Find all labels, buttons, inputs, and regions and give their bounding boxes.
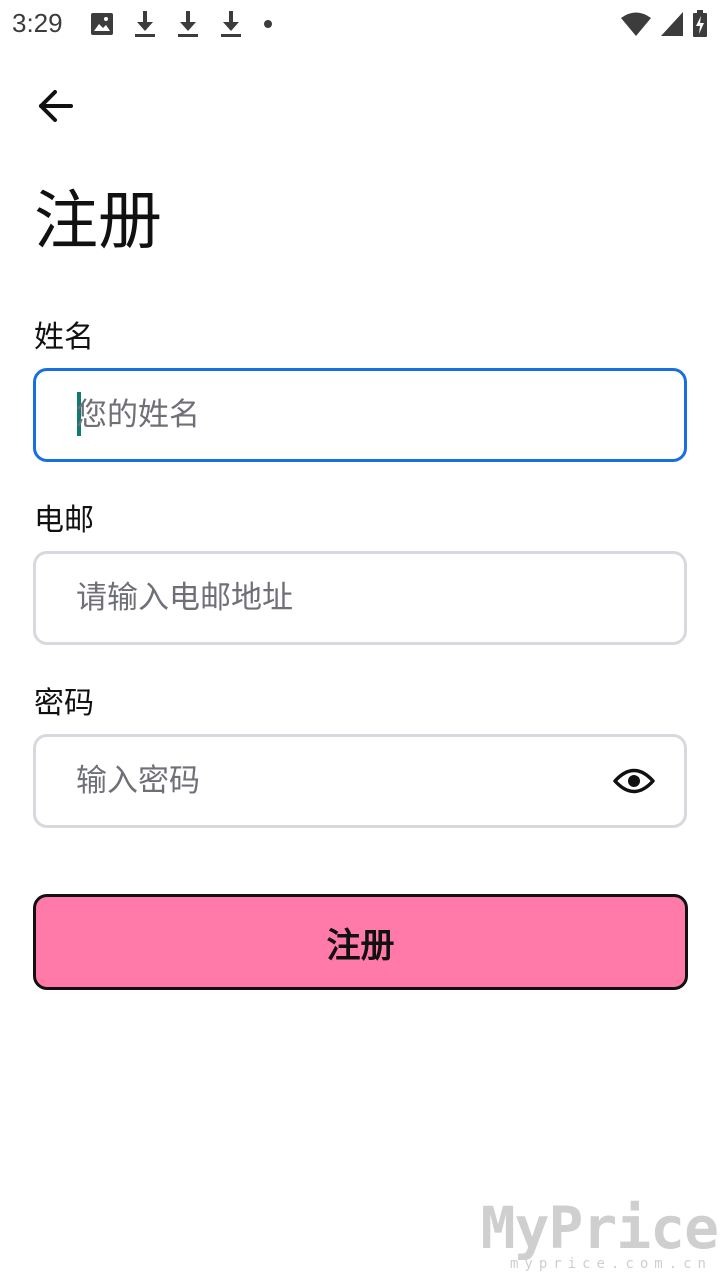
image-icon: [90, 12, 114, 36]
toggle-password-visibility-button[interactable]: [612, 761, 656, 801]
notification-icons: [90, 10, 293, 38]
watermark-logo: MyPrice: [480, 1194, 719, 1262]
password-input[interactable]: [76, 737, 596, 825]
register-screen: 3:29 注册 姓名 您的姓名 电邮 请输入电邮地址 密码 注册 MyPrice…: [0, 0, 720, 1280]
name-input[interactable]: [76, 371, 596, 459]
register-button[interactable]: 注册: [33, 894, 688, 990]
dot-icon: [262, 18, 274, 30]
arrow-left-icon: [39, 90, 73, 122]
password-field-container: [33, 734, 687, 828]
wifi-icon: [620, 11, 652, 37]
eye-icon: [613, 768, 655, 794]
back-button[interactable]: [26, 80, 86, 132]
download-icon: [176, 10, 200, 38]
email-field-container: [33, 551, 687, 645]
battery-charging-icon: [692, 10, 708, 38]
watermark: MyPrice myprice.com.cn: [480, 1194, 719, 1272]
status-bar: 3:29: [0, 0, 720, 48]
system-icons: [612, 10, 708, 38]
password-label: 密码: [34, 686, 94, 721]
cellular-signal-icon: [660, 11, 684, 37]
watermark-url: myprice.com.cn: [509, 1256, 712, 1272]
name-field-container: [33, 368, 687, 462]
email-label: 电邮: [34, 503, 94, 538]
email-input[interactable]: [76, 554, 596, 642]
name-label: 姓名: [34, 320, 94, 355]
page-title: 注册: [34, 185, 162, 259]
status-time: 3:29: [12, 8, 63, 38]
download-icon: [219, 10, 243, 38]
download-icon: [133, 10, 157, 38]
